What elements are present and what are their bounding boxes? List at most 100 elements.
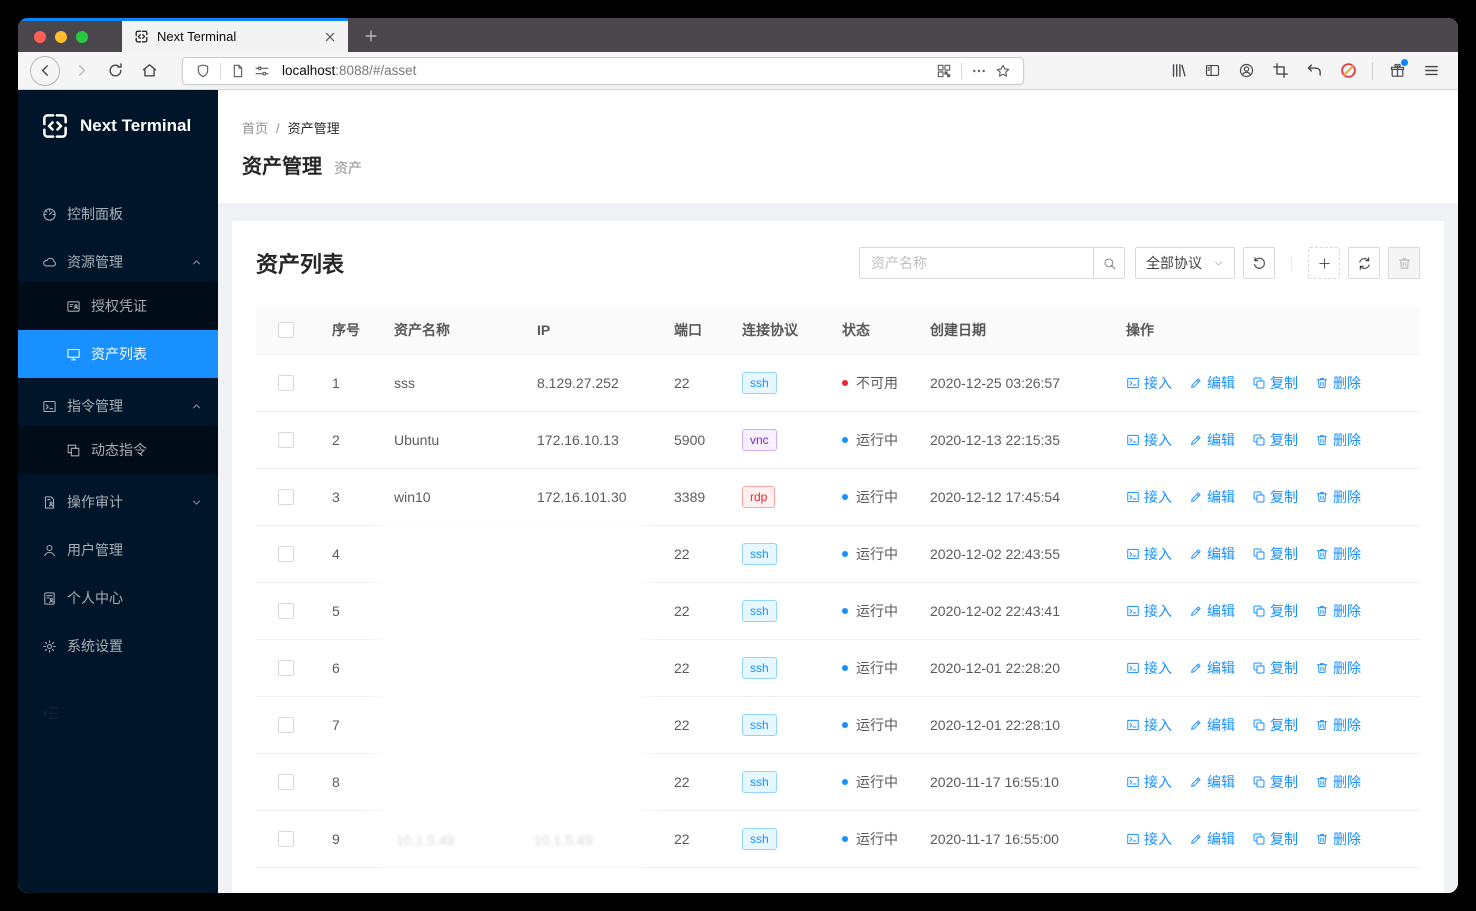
tracking-shield-icon[interactable]: [195, 63, 211, 79]
row-checkbox[interactable]: [278, 432, 294, 448]
edit-action-link[interactable]: 编辑: [1189, 544, 1235, 564]
copy-action-link[interactable]: 复制: [1252, 829, 1298, 849]
sidebar-toggle-icon[interactable]: [1197, 56, 1227, 86]
url-text[interactable]: localhost:8088/#/asset: [282, 63, 932, 78]
copy-action-link[interactable]: 复制: [1252, 715, 1298, 735]
sidebar-item-resources[interactable]: 资源管理: [18, 242, 218, 282]
row-checkbox[interactable]: [278, 774, 294, 790]
delete-action-link[interactable]: 删除: [1315, 373, 1361, 393]
copy-icon: [1252, 775, 1266, 789]
sidebar-item-profile[interactable]: 个人中心: [18, 578, 218, 618]
connect-action-link[interactable]: 接入: [1126, 430, 1172, 450]
copy-icon: [1252, 604, 1266, 618]
menu-fold-icon[interactable]: [42, 704, 60, 722]
forward-button[interactable]: [66, 56, 96, 86]
back-button[interactable]: [30, 55, 60, 86]
row-checkbox[interactable]: [278, 831, 294, 847]
row-checkbox[interactable]: [278, 489, 294, 505]
edit-action-link[interactable]: 编辑: [1189, 601, 1235, 621]
connect-action-link[interactable]: 接入: [1126, 487, 1172, 507]
home-button[interactable]: [134, 56, 164, 86]
copy-action-link[interactable]: 复制: [1252, 544, 1298, 564]
reset-button[interactable]: [1243, 247, 1275, 279]
delete-action-link[interactable]: 删除: [1315, 601, 1361, 621]
sidebar-item-dynamic-commands[interactable]: 动态指令: [18, 426, 218, 474]
qr-code-icon[interactable]: [936, 63, 952, 79]
connect-action-link[interactable]: 接入: [1126, 658, 1172, 678]
status-dot: [842, 608, 848, 614]
connect-action-link[interactable]: 接入: [1126, 601, 1172, 621]
menu-hamburger-icon[interactable]: [1416, 56, 1446, 86]
minimize-window-button[interactable]: [55, 31, 67, 43]
breadcrumb-home[interactable]: 首页: [242, 118, 268, 140]
edit-action-link[interactable]: 编辑: [1189, 715, 1235, 735]
library-icon[interactable]: [1163, 56, 1193, 86]
search-input[interactable]: [859, 247, 1093, 279]
tab-close-icon[interactable]: [322, 29, 338, 45]
row-checkbox[interactable]: [278, 660, 294, 676]
edit-action-link[interactable]: 编辑: [1189, 772, 1235, 792]
row-checkbox[interactable]: [278, 603, 294, 619]
edit-action-link[interactable]: 编辑: [1189, 487, 1235, 507]
copy-action-link[interactable]: 复制: [1252, 487, 1298, 507]
sidebar-item-commands[interactable]: 指令管理: [18, 386, 218, 426]
row-checkbox[interactable]: [278, 375, 294, 391]
edit-action-link[interactable]: 编辑: [1189, 430, 1235, 450]
row-actions: 接入 编辑 复制 删除: [1110, 772, 1420, 792]
app-logo[interactable]: Next Terminal: [18, 90, 218, 162]
copy-action-link[interactable]: 复制: [1252, 772, 1298, 792]
delete-action-link[interactable]: 删除: [1315, 487, 1361, 507]
delete-action-link[interactable]: 删除: [1315, 715, 1361, 735]
copy-action-link[interactable]: 复制: [1252, 430, 1298, 450]
batch-delete-button[interactable]: [1388, 247, 1420, 279]
connect-action-link[interactable]: 接入: [1126, 772, 1172, 792]
edit-action-link[interactable]: 编辑: [1189, 658, 1235, 678]
delete-action-link[interactable]: 删除: [1315, 430, 1361, 450]
copy-action-link[interactable]: 复制: [1252, 601, 1298, 621]
connect-icon: [1126, 490, 1140, 504]
new-tab-button[interactable]: [360, 25, 382, 47]
connect-action-link[interactable]: 接入: [1126, 544, 1172, 564]
protocol-select[interactable]: 全部协议: [1135, 247, 1235, 279]
created-date: 2020-11-17 16:55:10: [930, 774, 1059, 790]
whats-new-gift-icon[interactable]: [1382, 56, 1412, 86]
refresh-button[interactable]: [1348, 247, 1380, 279]
copy-action-link[interactable]: 复制: [1252, 373, 1298, 393]
connect-action-link[interactable]: 接入: [1126, 373, 1172, 393]
delete-action-link[interactable]: 删除: [1315, 829, 1361, 849]
permissions-icon[interactable]: [254, 63, 270, 79]
connect-action-link[interactable]: 接入: [1126, 715, 1172, 735]
account-icon[interactable]: [1231, 56, 1261, 86]
zoom-window-button[interactable]: [76, 31, 88, 43]
sidebar-item-dashboard[interactable]: 控制面板: [18, 194, 218, 234]
reload-button[interactable]: [100, 56, 130, 86]
page-info-icon[interactable]: [230, 63, 246, 79]
edit-action-link[interactable]: 编辑: [1189, 829, 1235, 849]
browser-tab[interactable]: Next Terminal: [122, 21, 348, 52]
url-bar[interactable]: localhost:8088/#/asset: [182, 56, 1024, 85]
search-button[interactable]: [1093, 247, 1125, 279]
sidebar-item-users[interactable]: 用户管理: [18, 530, 218, 570]
delete-action-link[interactable]: 删除: [1315, 772, 1361, 792]
sidebar-item-assets[interactable]: 资产列表: [18, 330, 218, 378]
undo-extension-icon[interactable]: [1299, 56, 1329, 86]
add-asset-button[interactable]: [1308, 247, 1340, 279]
sidebar-item-settings[interactable]: 系统设置: [18, 626, 218, 666]
close-window-button[interactable]: [34, 31, 46, 43]
sidebar-item-audit[interactable]: 操作审计: [18, 482, 218, 522]
edit-action-link[interactable]: 编辑: [1189, 373, 1235, 393]
connect-action-link[interactable]: 接入: [1126, 829, 1172, 849]
screenshot-icon[interactable]: [1265, 56, 1295, 86]
blocker-extension-icon[interactable]: [1333, 56, 1363, 86]
sidebar-item-credentials[interactable]: 授权凭证: [18, 282, 218, 330]
delete-action-link[interactable]: 删除: [1315, 544, 1361, 564]
bookmark-star-icon[interactable]: [995, 63, 1011, 79]
asset-status: 运行中: [826, 601, 914, 621]
select-all-checkbox[interactable]: [278, 321, 294, 338]
row-checkbox[interactable]: [278, 717, 294, 733]
asset-status: 运行中: [826, 715, 914, 735]
page-actions-icon[interactable]: [971, 63, 987, 79]
delete-action-link[interactable]: 删除: [1315, 658, 1361, 678]
row-checkbox[interactable]: [278, 546, 294, 562]
copy-action-link[interactable]: 复制: [1252, 658, 1298, 678]
